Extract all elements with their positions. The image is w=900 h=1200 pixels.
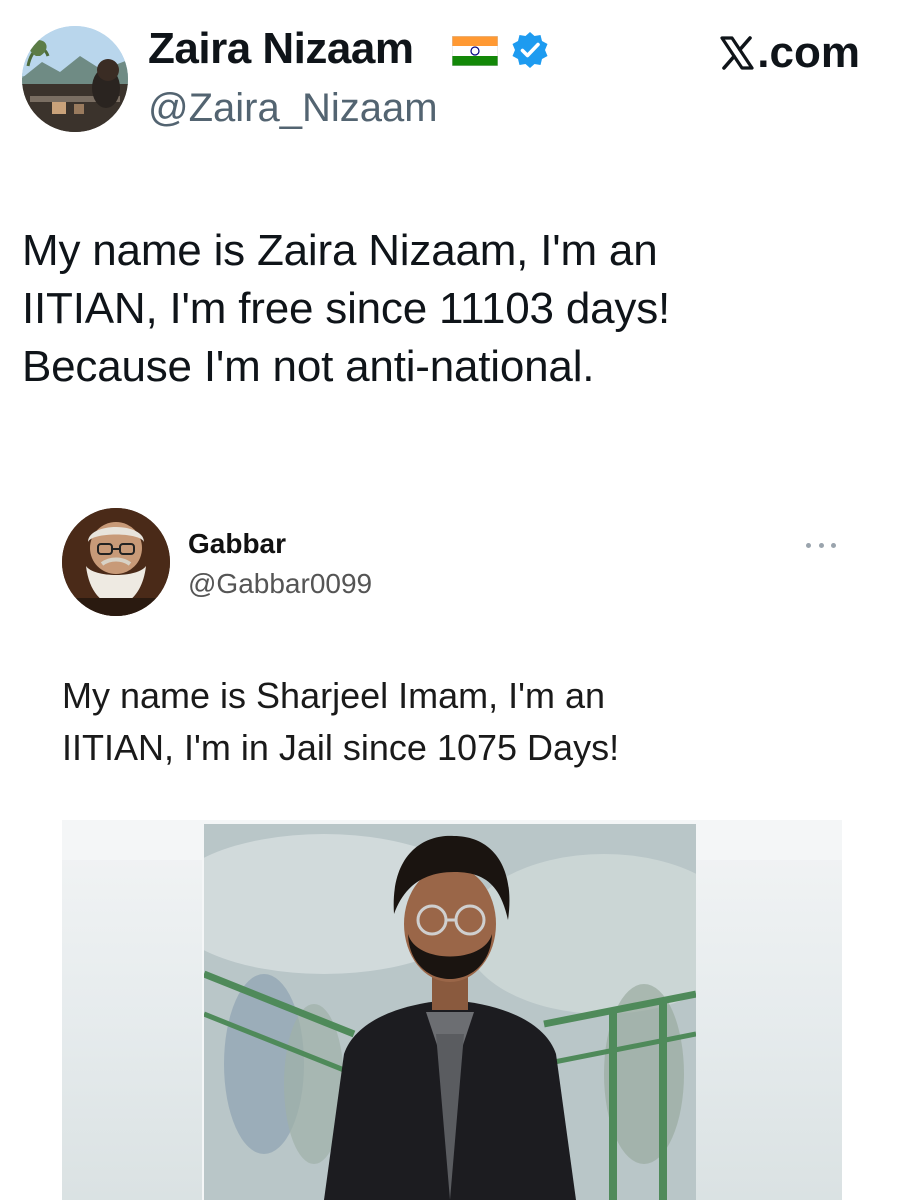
media-blur-left <box>62 860 202 1200</box>
verified-badge-icon <box>512 32 548 68</box>
quoted-avatar[interactable] <box>62 508 170 616</box>
quoted-author-handle[interactable]: @Gabbar0099 <box>188 568 372 600</box>
tweet-text-line: My name is Zaira Nizaam, I'm an <box>22 226 658 275</box>
quoted-tweet-text-line: My name is Sharjeel Imam, I'm an <box>62 675 606 716</box>
tweet-text: My name is Zaira Nizaam, I'm an IITIAN, … <box>22 222 882 396</box>
avatar[interactable] <box>22 26 128 132</box>
tweet-header: Zaira Nizaam @Zaira_Nizaam .com <box>0 0 900 150</box>
ellipsis-icon[interactable] <box>806 540 836 550</box>
dot <box>806 542 811 548</box>
media-photo[interactable] <box>204 824 696 1200</box>
tweet-text-line: IITIAN, I'm free since 11103 days! <box>22 284 671 333</box>
media-blur-right <box>696 860 842 1200</box>
quoted-tweet-text: My name is Sharjeel Imam, I'm an IITIAN,… <box>62 670 862 774</box>
x-logo-icon <box>720 36 754 70</box>
quoted-tweet-text-line: IITIAN, I'm in Jail since 1075 Days! <box>62 727 620 768</box>
tweet-text-line: Because I'm not anti-national. <box>22 342 595 391</box>
author-handle[interactable]: @Zaira_Nizaam <box>148 86 438 131</box>
brand-watermark: .com <box>719 28 860 78</box>
author-display-name[interactable]: Zaira Nizaam <box>148 24 414 74</box>
india-flag-icon <box>452 36 498 66</box>
quoted-avatar-image <box>62 508 170 616</box>
avatar-image <box>22 26 128 132</box>
quoted-tweet[interactable]: Gabbar @Gabbar0099 My name is Sharjeel I… <box>0 490 900 1200</box>
photo-of-man-icon <box>204 824 696 1200</box>
dot <box>831 542 836 548</box>
quoted-author-display-name[interactable]: Gabbar <box>188 528 286 560</box>
brand-text: .com <box>757 28 860 77</box>
dot <box>818 542 824 548</box>
quoted-media[interactable] <box>62 820 842 1200</box>
